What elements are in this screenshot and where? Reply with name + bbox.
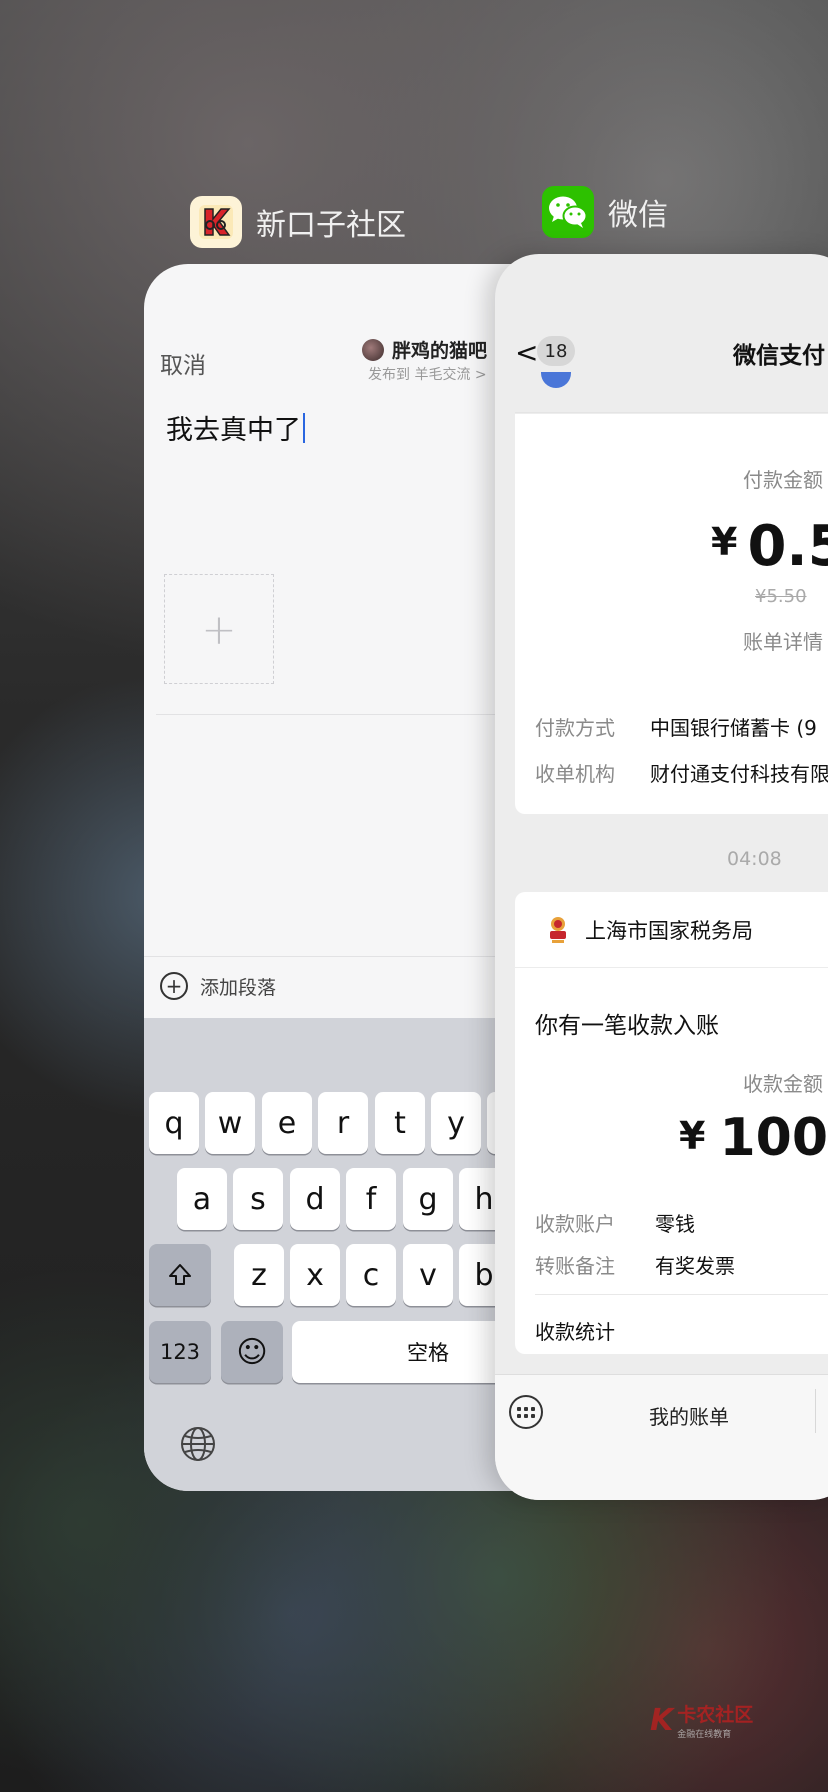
row-value: 中国银行储蓄卡 (9 xyxy=(650,716,817,740)
message-timestamp: 04:08 xyxy=(727,848,782,870)
key-d[interactable]: d xyxy=(290,1168,340,1230)
receipt-account-row: 收款账户 零钱 xyxy=(535,1208,695,1237)
emoji-icon: ☺ xyxy=(236,1334,268,1370)
receipt-amount: ¥100. xyxy=(679,1108,828,1168)
watermark-logo: K 卡农社区 金融在线教育 xyxy=(650,1700,754,1741)
watermark-main: 卡农社区 xyxy=(677,1704,754,1726)
key-q[interactable]: q xyxy=(149,1092,199,1154)
key-t[interactable]: t xyxy=(375,1092,425,1154)
receipt-stats-link[interactable]: 收款统计 xyxy=(535,1316,615,1345)
tax-bureau-logo-icon xyxy=(545,915,571,945)
post-text-editor[interactable]: 我去真中了 xyxy=(166,408,305,447)
currency-symbol: ¥ xyxy=(711,520,738,564)
key-x[interactable]: x xyxy=(290,1244,340,1306)
merchant-row: 收单机构 财付通支付科技有限 xyxy=(535,758,828,787)
row-value: 有奖发票 xyxy=(655,1254,735,1278)
divider xyxy=(815,1389,816,1433)
sender-name: 上海市国家税务局 xyxy=(585,918,753,943)
key-z[interactable]: z xyxy=(234,1244,284,1306)
chat-title: 微信支付 xyxy=(733,343,825,369)
row-key: 付款方式 xyxy=(535,716,615,740)
shift-icon xyxy=(169,1264,191,1285)
bill-detail-link[interactable]: 账单详情 xyxy=(743,626,823,655)
original-amount: ¥5.50 xyxy=(755,586,807,607)
bottom-menu-bar: 我的账单 xyxy=(495,1374,828,1500)
currency-symbol: ¥ xyxy=(679,1114,706,1158)
app-name: 新口子社区 xyxy=(256,208,406,243)
shift-key[interactable] xyxy=(149,1244,211,1306)
xinkouzi-app-icon xyxy=(190,196,242,248)
key-a[interactable]: a xyxy=(177,1168,227,1230)
author-info[interactable]: 胖鸡的猫吧 xyxy=(362,336,487,363)
receipt-amount-label: 收款金额 xyxy=(743,1072,823,1096)
my-bill-menu[interactable]: 我的账单 xyxy=(649,1401,729,1430)
key-f[interactable]: f xyxy=(346,1168,396,1230)
add-paragraph-button[interactable]: + 添加段落 xyxy=(160,972,276,1000)
post-destination[interactable]: 发布到 羊毛交流 > xyxy=(368,364,487,384)
avatar xyxy=(541,372,571,388)
divider xyxy=(535,1294,828,1295)
row-value: 零钱 xyxy=(655,1212,695,1236)
key-v[interactable]: v xyxy=(403,1244,453,1306)
circle-plus-icon: + xyxy=(160,972,188,1000)
payment-amount-label: 付款金额 xyxy=(743,468,823,492)
back-chevron-icon[interactable]: < xyxy=(515,336,538,369)
unread-badge: 18 xyxy=(537,336,575,366)
key-w[interactable]: w xyxy=(205,1092,255,1154)
key-c[interactable]: c xyxy=(346,1244,396,1306)
watermark-k-icon: K xyxy=(650,1702,674,1738)
username: 胖鸡的猫吧 xyxy=(392,340,488,362)
post-text: 我去真中了 xyxy=(166,415,301,446)
row-key: 收款账户 xyxy=(535,1212,615,1236)
watermark-sub: 金融在线教育 xyxy=(677,1730,732,1740)
keyboard-icon[interactable] xyxy=(509,1395,543,1429)
globe-icon[interactable] xyxy=(180,1426,216,1466)
wechat-app-icon xyxy=(542,186,594,238)
emoji-key[interactable]: ☺ xyxy=(221,1321,283,1383)
numbers-key[interactable]: 123 xyxy=(149,1321,211,1383)
row-key: 转账备注 xyxy=(535,1254,615,1278)
key-y[interactable]: y xyxy=(431,1092,481,1154)
key-g[interactable]: g xyxy=(403,1168,453,1230)
add-paragraph-label: 添加段落 xyxy=(200,976,277,999)
amount-value: 0.50 xyxy=(747,514,828,579)
key-e[interactable]: e xyxy=(262,1092,312,1154)
receipt-message: 你有一笔收款入账 xyxy=(535,1013,719,1039)
payment-message-card[interactable]: 付款金额 ¥0.50 ¥5.50 账单详情 付款方式 中国银行储蓄卡 (9 收单机… xyxy=(515,414,828,814)
plus-icon: + xyxy=(201,604,237,654)
payment-amount: ¥0.50 xyxy=(711,514,828,579)
app-label-xinkouzi[interactable]: 新口子社区 xyxy=(190,196,406,248)
receipt-message-card[interactable]: 上海市国家税务局 你有一笔收款入账 收款金额 ¥100. 收款账户 零钱 转账备注… xyxy=(515,892,828,1354)
avatar xyxy=(362,338,384,361)
cancel-button[interactable]: 取消 xyxy=(160,346,206,380)
add-media-button[interactable]: + xyxy=(164,574,274,684)
row-value: 财付通支付科技有限 xyxy=(650,762,828,786)
receipt-note-row: 转账备注 有奖发票 xyxy=(535,1250,735,1279)
key-s[interactable]: s xyxy=(233,1168,283,1230)
amount-value: 100. xyxy=(719,1108,828,1168)
payment-method-row: 付款方式 中国银行储蓄卡 (9 xyxy=(535,712,817,741)
app-label-wechat[interactable]: 微信 xyxy=(542,186,668,238)
app-name: 微信 xyxy=(608,198,668,233)
key-r[interactable]: r xyxy=(318,1092,368,1154)
app-card-wechat[interactable]: < 18 微信支付 付款金额 ¥0.50 ¥5.50 账单详情 付款方式 中国银行… xyxy=(495,254,828,1500)
text-cursor xyxy=(303,412,305,443)
row-key: 收单机构 xyxy=(535,762,615,786)
divider xyxy=(515,412,828,413)
receipt-sender-header: 上海市国家税务局 xyxy=(515,892,828,968)
